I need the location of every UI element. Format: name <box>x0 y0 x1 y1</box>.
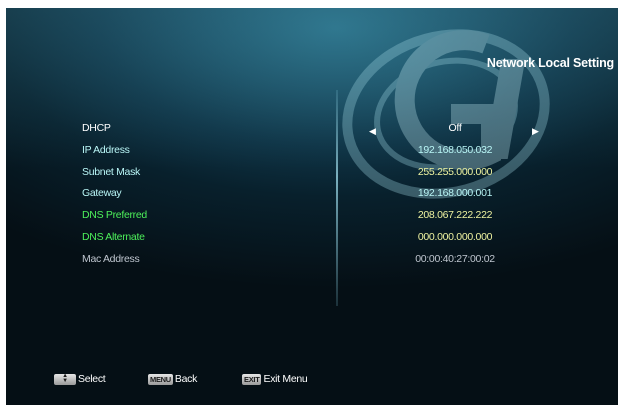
menu-key-icon: MENU <box>148 373 173 385</box>
dhcp-label: DHCP <box>82 122 111 134</box>
dns-alternate-value[interactable]: 000.000.000.000 <box>346 231 564 243</box>
mac-address-value: 00:00:40:27:00:02 <box>415 253 495 265</box>
tv-menu-screen: Network Local Setting DHCP ◀ Off ▶ IP Ad… <box>6 8 618 405</box>
back-hint-label: Back <box>174 373 198 385</box>
page-title: Network Local Setting <box>486 56 614 70</box>
gateway-label: Gateway <box>82 187 122 199</box>
mac-address-label: Mac Address <box>82 253 140 265</box>
gateway-value[interactable]: 192.168.000.001 <box>346 187 564 199</box>
dns-preferred-value[interactable]: 208.067.222.222 <box>346 209 564 221</box>
ip-address-label: IP Address <box>82 144 130 156</box>
subnet-mask-value[interactable]: 255.255.000.000 <box>346 166 564 178</box>
exit-key-icon: EXIT <box>242 373 262 385</box>
footer-hint-exit[interactable]: EXIT Exit Menu <box>242 372 308 386</box>
subnet-mask-label: Subnet Mask <box>82 166 140 178</box>
up-down-arrows-icon: ▲ ▼ <box>54 373 76 385</box>
footer-hint-select[interactable]: ▲ ▼ Select <box>54 372 106 386</box>
arrow-right-icon[interactable]: ▶ <box>532 126 539 137</box>
dns-preferred-label: DNS Preferred <box>82 209 147 221</box>
select-hint-label: Select <box>78 373 106 385</box>
ip-address-value[interactable]: 192.168.050.032 <box>346 144 564 156</box>
column-divider <box>336 90 338 306</box>
footer-hint-back[interactable]: MENU Back <box>148 372 197 386</box>
exit-hint-label: Exit Menu <box>263 373 308 385</box>
dns-alternate-label: DNS Alternate <box>82 231 145 243</box>
